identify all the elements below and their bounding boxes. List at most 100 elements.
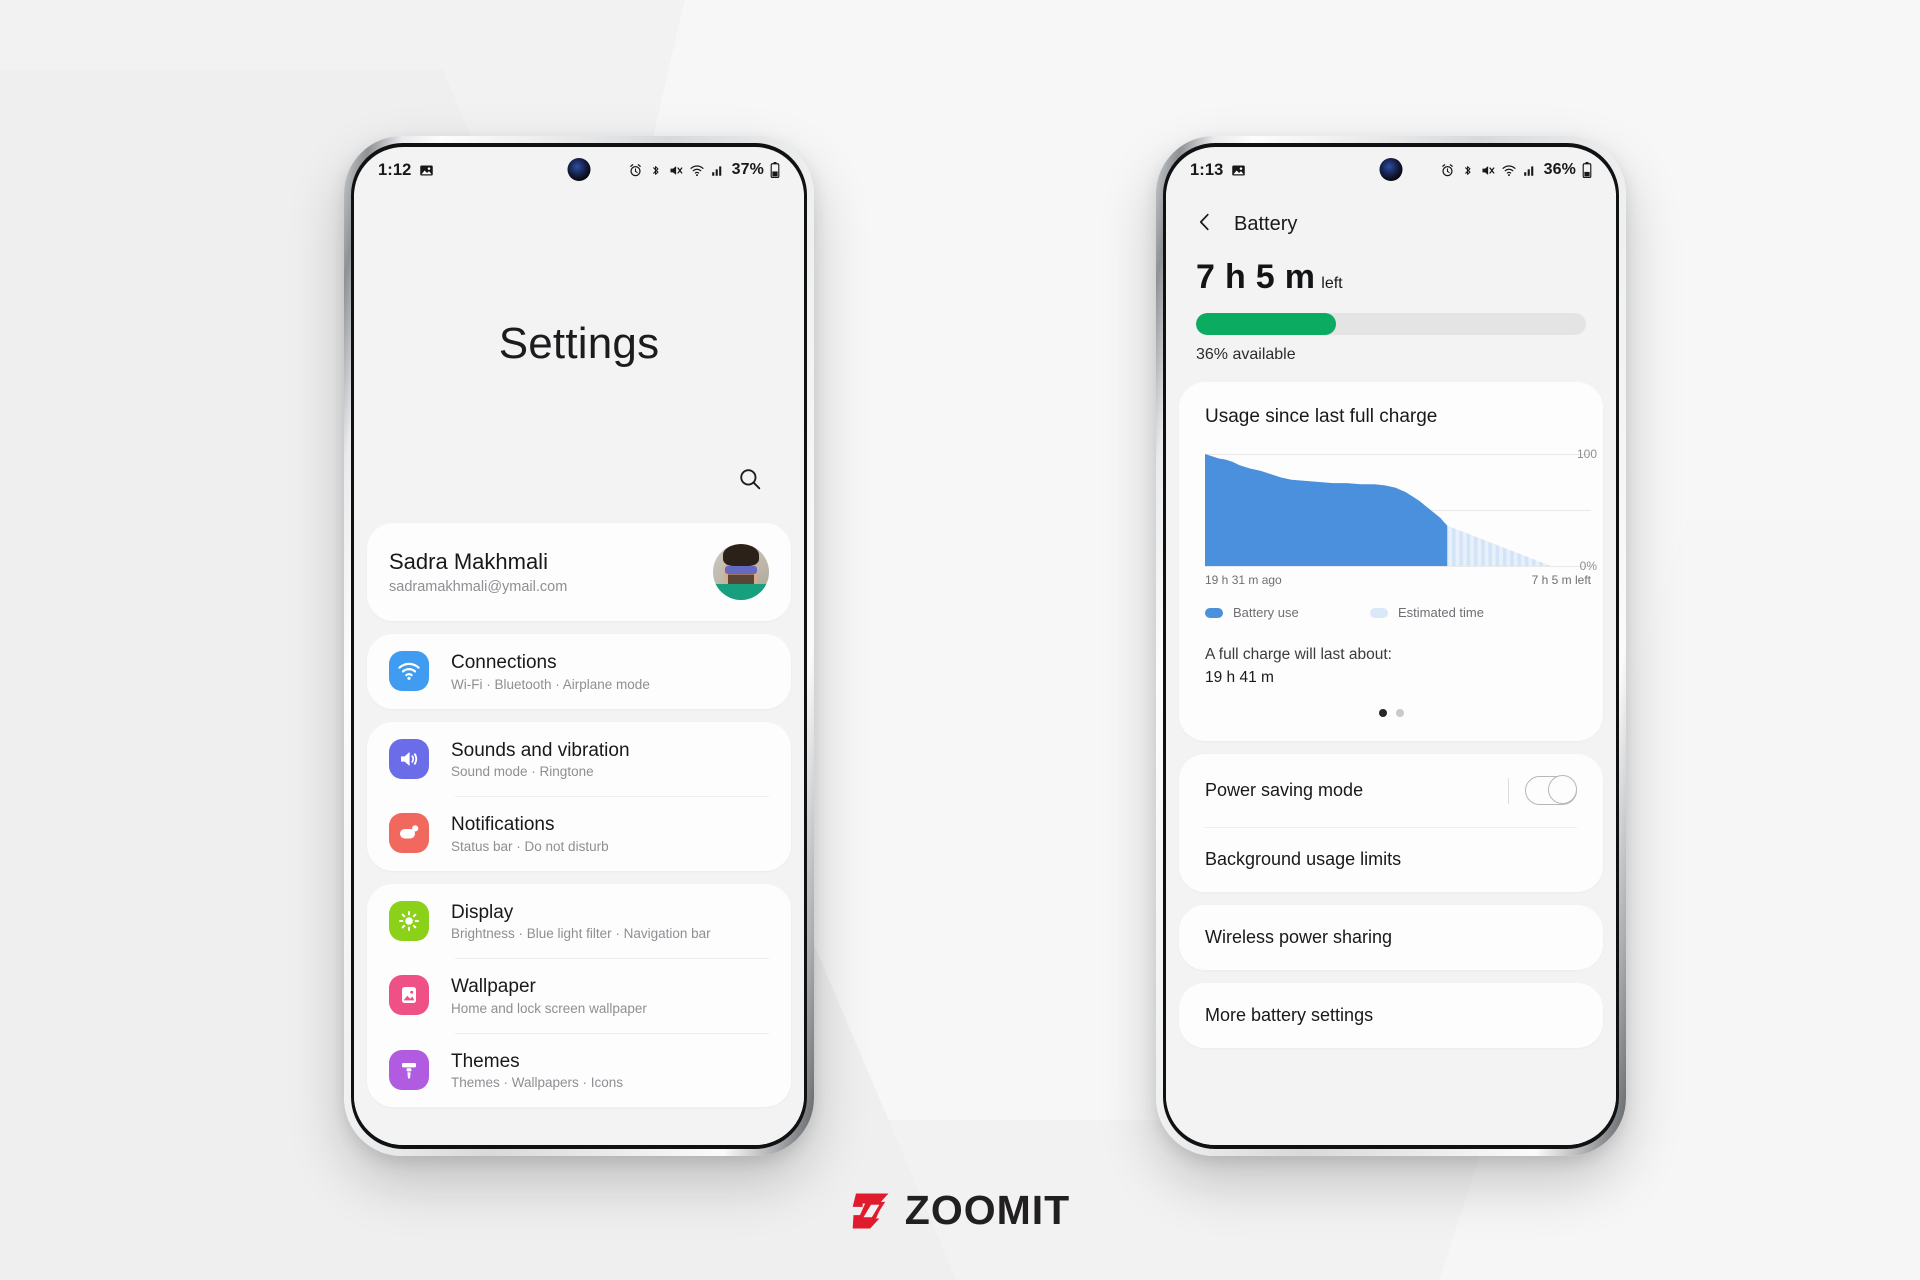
settings-item-title: Connections	[451, 652, 557, 673]
image-icon	[419, 163, 434, 178]
settings-item-text: Connections Wi-Fi · Bluetooth · Airplane…	[451, 651, 769, 692]
settings-item-text: Sounds and vibration Sound mode · Ringto…	[451, 739, 769, 780]
settings-item-text: Themes Themes · Wallpapers · Icons	[451, 1050, 769, 1091]
settings-screen: 1:12 37% Settings Sadra Makhmali sadrama…	[354, 147, 804, 1145]
wifi-icon	[689, 163, 705, 178]
settings-item-title: Notifications	[451, 814, 555, 836]
settings-item-subtitle: Status bar · Do not disturb	[451, 838, 609, 854]
status-bar-left: 1:13	[1190, 161, 1246, 180]
search-icon[interactable]	[732, 461, 768, 497]
row-divider	[1508, 777, 1509, 804]
battery-icon	[1582, 162, 1592, 178]
legend-label-battery-use: Battery use	[1233, 605, 1299, 620]
battery-screen: 1:13 36% Battery 7 h 5 m left 36% availa…	[1166, 147, 1616, 1145]
background-decoration	[0, 0, 1920, 1280]
settings-item-subtitle: Wi-Fi · Bluetooth · Airplane mode	[451, 676, 650, 692]
app-bar: Battery	[1170, 203, 1612, 244]
settings-item-subtitle: Themes · Wallpapers · Icons	[451, 1075, 624, 1091]
sidebar-item-wallpaper[interactable]: Wallpaper Home and lock screen wallpaper	[367, 958, 791, 1033]
account-card[interactable]: Sadra Makhmali sadramakhmali@ymail.com	[367, 523, 791, 621]
status-bar-left: 1:12	[378, 161, 434, 180]
sidebar-item-themes[interactable]: Themes Themes · Wallpapers · Icons	[367, 1032, 791, 1108]
status-bar-battery-percent: 36%	[1543, 161, 1576, 178]
row-power-saving-mode[interactable]: Power saving mode	[1179, 754, 1603, 827]
sidebar-item-notifications[interactable]: Notifications Status bar · Do not distur…	[367, 796, 791, 871]
settings-item-title: Wallpaper	[451, 976, 536, 998]
battery-progress-bar	[1196, 313, 1586, 335]
more-battery-settings-card[interactable]: More battery settings	[1179, 983, 1603, 1048]
status-bar-clock: 1:13	[1190, 160, 1224, 179]
settings-list: Sadra Makhmali sadramakhmali@ymail.com C…	[354, 523, 804, 1145]
settings-hero: Settings	[354, 193, 804, 523]
status-bar-right: 36%	[1440, 161, 1592, 179]
phone-battery: 1:13 36% Battery 7 h 5 m left 36% availa…	[1156, 136, 1626, 1156]
front-camera-punchhole	[567, 158, 591, 181]
chart-y-tick-bottom: 0%	[1579, 559, 1597, 573]
row-label: Background usage limits	[1205, 849, 1402, 869]
bluetooth-icon	[1461, 163, 1474, 178]
row-more-battery-settings[interactable]: More battery settings	[1179, 983, 1603, 1048]
settings-item-subtitle: Home and lock screen wallpaper	[451, 1000, 647, 1016]
status-bar-battery: 1:13 36%	[1166, 147, 1616, 193]
status-bar-right: 37%	[628, 161, 780, 179]
settings-item-text: Display Brightness · Blue light filter ·…	[451, 901, 769, 942]
row-wireless-power-sharing[interactable]: Wireless power sharing	[1179, 905, 1603, 970]
battery-header: Battery 7 h 5 m left 36% available	[1166, 193, 1616, 382]
signal-icon	[711, 163, 725, 178]
alarm-icon	[1440, 163, 1455, 178]
carousel-dots[interactable]	[1179, 687, 1603, 741]
zoomit-wordmark: ZOOMIT	[904, 1187, 1071, 1233]
picture-icon	[389, 975, 429, 1016]
sidebar-item-sounds-and-vibration[interactable]: Sounds and vibration Sound mode · Ringto…	[367, 722, 791, 797]
settings-group-connections: Connections Wi-Fi · Bluetooth · Airplane…	[367, 634, 791, 709]
account-row[interactable]: Sadra Makhmali sadramakhmali@ymail.com	[367, 523, 791, 621]
settings-content: Settings Sadra Makhmali sadramakhmali@ym…	[354, 193, 804, 1145]
settings-item-title: Themes	[451, 1050, 520, 1072]
usage-card[interactable]: Usage since last full charge 100 0% 19 h…	[1179, 382, 1603, 741]
legend-item-battery-use: Battery use	[1205, 605, 1370, 620]
phone-bezel: 1:13 36% Battery 7 h 5 m left 36% availa…	[1163, 143, 1619, 1149]
row-background-usage-limits[interactable]: Background usage limits	[1179, 827, 1603, 892]
mute-icon	[668, 163, 683, 178]
speaker-icon	[389, 738, 429, 779]
page-title: Battery	[1234, 213, 1298, 235]
settings-item-subtitle: Brightness · Blue light filter · Navigat…	[451, 926, 711, 942]
row-label: Wireless power sharing	[1205, 927, 1393, 947]
chart-svg	[1205, 454, 1551, 566]
sidebar-item-connections[interactable]: Connections Wi-Fi · Bluetooth · Airplane…	[367, 634, 791, 709]
avatar-shirt	[713, 584, 769, 600]
status-bar-settings: 1:12 37%	[354, 147, 804, 193]
paint-roller-icon	[389, 1050, 429, 1090]
carousel-dot-1[interactable]	[1378, 709, 1387, 717]
legend-swatch-estimated-time	[1370, 607, 1388, 618]
time-remaining-value: 7 h 5 m	[1196, 258, 1316, 296]
settings-group-sound-notifications: Sounds and vibration Sound mode · Ringto…	[367, 721, 791, 871]
legend-label-estimated-time: Estimated time	[1398, 605, 1484, 620]
wifi-icon	[389, 651, 429, 692]
chart-legend: Battery use Estimated time	[1205, 605, 1577, 620]
chart-x-axis: 19 h 31 m ago 7 h 5 m left	[1205, 573, 1591, 589]
settings-item-title: Display	[451, 901, 514, 923]
status-bar-battery-percent: 37%	[731, 161, 764, 178]
power-saving-toggle[interactable]	[1525, 775, 1577, 805]
settings-item-subtitle: Sound mode · Ringtone	[451, 764, 594, 780]
battery-content: Battery 7 h 5 m left 36% available Usage…	[1166, 193, 1616, 1145]
wireless-power-sharing-card[interactable]: Wireless power sharing	[1179, 905, 1603, 970]
brightness-icon	[389, 900, 429, 941]
phone-bezel: 1:12 37% Settings Sadra Makhmali sadrama…	[351, 143, 807, 1149]
row-label: Power saving mode	[1205, 780, 1364, 800]
settings-item-text: Notifications Status bar · Do not distur…	[451, 813, 769, 854]
carousel-dot-2[interactable]	[1395, 709, 1404, 717]
account-email: sadramakhmali@ymail.com	[389, 578, 568, 595]
mute-icon	[1480, 163, 1495, 178]
chart-gridline-bottom	[1205, 566, 1591, 567]
alarm-icon	[628, 163, 643, 178]
chart-x-tick-left: 19 h 31 m ago	[1205, 573, 1282, 587]
back-chevron-icon[interactable]	[1194, 211, 1216, 238]
battery-progress-fill	[1196, 313, 1337, 335]
usage-card-title: Usage since last full charge	[1205, 406, 1438, 427]
sidebar-item-display[interactable]: Display Brightness · Blue light filter ·…	[367, 884, 791, 959]
status-bar-clock: 1:12	[378, 160, 412, 179]
avatar[interactable]	[713, 544, 769, 600]
battery-available-label: 36% available	[1196, 346, 1296, 363]
